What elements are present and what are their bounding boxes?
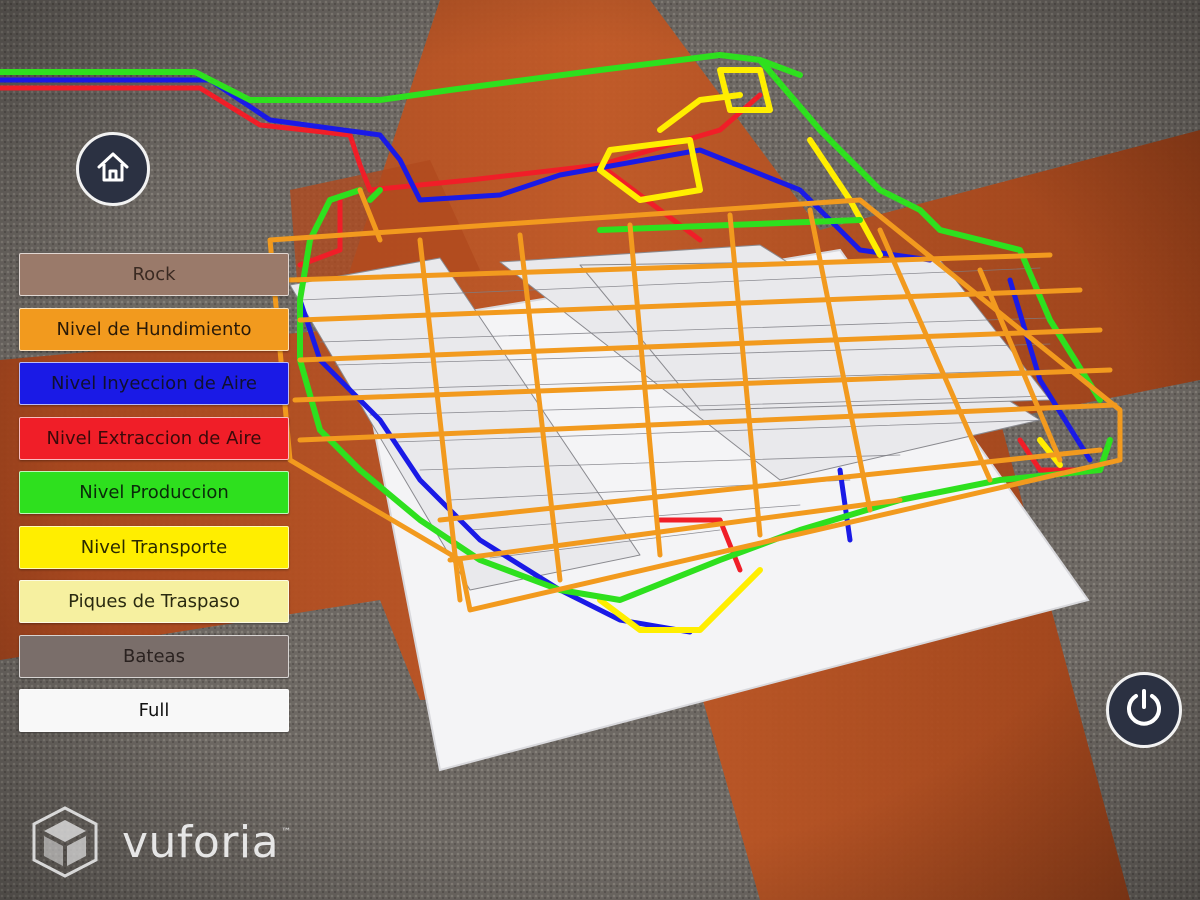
layer-button-nivel-extraccion-de-aire[interactable]: Nivel Extraccion de Aire <box>19 416 289 460</box>
layer-button-piques-de-traspaso[interactable]: Piques de Traspaso <box>19 580 289 623</box>
layer-button-nivel-inyeccion-de-aire[interactable]: Nivel Inyeccion de Aire <box>19 362 289 405</box>
power-button[interactable] <box>1106 672 1182 748</box>
vuforia-cube-icon <box>32 806 98 882</box>
layer-button-bateas[interactable]: Bateas <box>19 634 289 678</box>
home-icon <box>94 148 132 190</box>
layer-label: Full <box>138 700 170 721</box>
layer-label: Nivel Extraccion de Aire <box>46 427 262 449</box>
layer-label: Piques de Traspaso <box>68 591 240 612</box>
layer-button-rock[interactable]: Rock <box>19 253 289 296</box>
power-icon <box>1122 686 1166 734</box>
layer-label: Rock <box>132 264 176 285</box>
vuforia-watermark: vuforia ™ <box>32 806 292 882</box>
layer-label: Nivel Inyeccion de Aire <box>51 373 257 394</box>
layer-button-full[interactable]: Full <box>19 689 289 732</box>
layer-label: Nivel Produccion <box>79 482 229 503</box>
layer-label: Nivel de Hundimiento <box>56 318 252 340</box>
layer-button-nivel-transporte[interactable]: Nivel Transporte <box>19 525 289 569</box>
layer-button-nivel-de-hundimiento[interactable]: Nivel de Hundimiento <box>19 307 289 351</box>
layer-menu: Rock Nivel de Hundimiento Nivel Inyeccio… <box>19 253 289 744</box>
vuforia-wordmark: vuforia ™ <box>122 816 292 868</box>
layer-label: Nivel Transporte <box>80 536 228 558</box>
home-button[interactable] <box>76 132 150 206</box>
layer-label: Bateas <box>123 645 185 667</box>
layer-button-nivel-produccion[interactable]: Nivel Produccion <box>19 471 289 514</box>
